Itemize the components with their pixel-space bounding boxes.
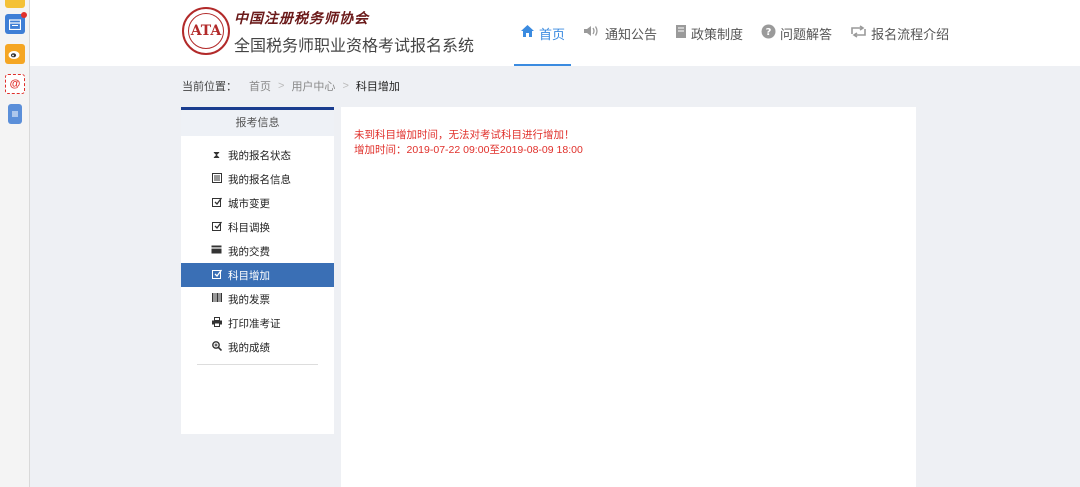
hourglass-icon: ⧗ bbox=[212, 149, 221, 161]
speaker-icon bbox=[583, 24, 601, 42]
breadcrumb-separator: > bbox=[278, 80, 285, 92]
calendar-icon[interactable] bbox=[5, 12, 27, 34]
nav-policies[interactable]: 政策制度 bbox=[669, 0, 749, 66]
credit-card-icon bbox=[211, 245, 222, 257]
print-icon bbox=[211, 316, 222, 330]
notification-dot bbox=[21, 12, 27, 18]
nav-home[interactable]: 首页 bbox=[514, 0, 572, 66]
side-menu: 报考信息 ⧗ 我的报名状态 我的报名信息 城市变更 科目调换 我的交费 科目增加… bbox=[181, 107, 334, 434]
breadcrumb-label: 当前位置： bbox=[182, 81, 237, 93]
breadcrumb: 当前位置： 首页 > 用户中心 > 科目增加 bbox=[182, 78, 400, 94]
breadcrumb-home[interactable]: 首页 bbox=[249, 78, 271, 94]
side-menu-title: 报考信息 bbox=[181, 110, 334, 136]
side-menu-list: ⧗ 我的报名状态 我的报名信息 城市变更 科目调换 我的交费 科目增加 我的发票… bbox=[181, 136, 334, 359]
app-strip: @ bbox=[0, 0, 30, 487]
breadcrumb-current: 科目增加 bbox=[355, 81, 400, 93]
site-header: ATA 中国注册税务师协会 全国税务师职业资格考试报名系统 首页 通知公告 政策… bbox=[30, 0, 1080, 66]
nav-faq[interactable]: ? 问题解答 bbox=[755, 0, 838, 66]
side-item-registration-status[interactable]: ⧗ 我的报名状态 bbox=[181, 143, 334, 167]
add-time-window: 增加时间：2019-07-22 09:00至2019-08-09 18:00 bbox=[354, 144, 583, 156]
breadcrumb-separator: > bbox=[342, 80, 349, 92]
notice-message: 未到科目增加时间，无法对考试科目进行增加！ bbox=[354, 129, 575, 141]
edit-icon bbox=[211, 197, 222, 210]
refresh-icon bbox=[850, 24, 867, 42]
side-item-payment[interactable]: 我的交费 bbox=[181, 239, 334, 263]
content-panel: 未到科目增加时间，无法对考试科目进行增加！ 增加时间：2019-07-22 09… bbox=[341, 107, 916, 487]
org-name: 中国注册税务师协会 bbox=[234, 11, 369, 27]
home-icon bbox=[520, 24, 535, 42]
edit-icon bbox=[211, 221, 222, 234]
zoom-icon bbox=[211, 340, 222, 354]
logo-seal-icon[interactable]: ATA bbox=[182, 7, 230, 55]
side-item-registration-info[interactable]: 我的报名信息 bbox=[181, 167, 334, 191]
edit-icon bbox=[211, 269, 222, 282]
side-item-print-admission[interactable]: 打印准考证 bbox=[181, 311, 334, 335]
top-nav: 首页 通知公告 政策制度 ? 问题解答 报名流程介绍 bbox=[514, 0, 955, 66]
side-item-invoice[interactable]: 我的发票 bbox=[181, 287, 334, 311]
question-icon: ? bbox=[761, 24, 776, 43]
side-item-subject-add[interactable]: 科目增加 bbox=[181, 263, 334, 287]
document-icon[interactable] bbox=[8, 104, 22, 124]
nav-process[interactable]: 报名流程介绍 bbox=[844, 0, 955, 66]
weibo-icon[interactable] bbox=[5, 44, 25, 64]
app-icon[interactable] bbox=[5, 0, 25, 8]
side-item-subject-swap[interactable]: 科目调换 bbox=[181, 215, 334, 239]
side-item-scores[interactable]: 我的成绩 bbox=[181, 335, 334, 359]
barcode-icon bbox=[211, 293, 222, 305]
at-icon[interactable]: @ bbox=[5, 74, 25, 94]
side-divider bbox=[197, 364, 318, 365]
breadcrumb-user-center[interactable]: 用户中心 bbox=[291, 78, 335, 94]
svg-text:?: ? bbox=[766, 27, 772, 38]
book-icon bbox=[675, 24, 687, 43]
system-name: 全国税务师职业资格考试报名系统 bbox=[234, 38, 475, 55]
side-item-city-change[interactable]: 城市变更 bbox=[181, 191, 334, 215]
nav-notices[interactable]: 通知公告 bbox=[577, 0, 663, 66]
list-icon bbox=[211, 172, 222, 186]
